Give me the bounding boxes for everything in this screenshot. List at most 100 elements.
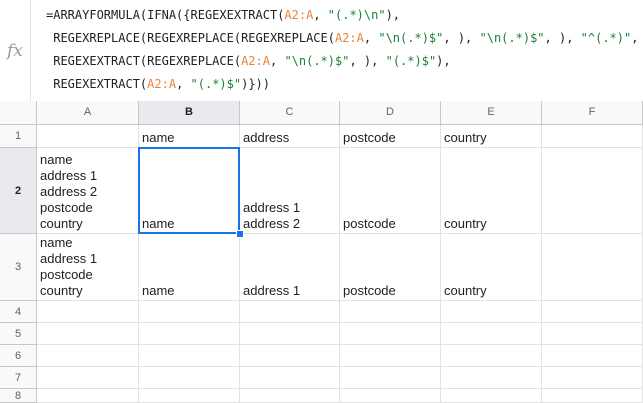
cell-f7[interactable] bbox=[542, 367, 643, 389]
formula-range-token: A2:A bbox=[241, 54, 270, 68]
cell-a6[interactable] bbox=[37, 345, 139, 367]
cell-b5[interactable] bbox=[139, 323, 240, 345]
cell-value: postcode bbox=[343, 283, 396, 298]
formula-token: )})) bbox=[241, 77, 270, 91]
row-header-5[interactable]: 5 bbox=[0, 323, 37, 345]
column-header-c[interactable]: C bbox=[240, 101, 340, 125]
cell-value: name address 1 postcode country bbox=[40, 235, 98, 298]
formula-string-token: "\n(.*)$" bbox=[479, 31, 545, 45]
cell-a1[interactable] bbox=[37, 125, 139, 148]
formula-token: REGEXEXTRACT( bbox=[46, 77, 148, 91]
cell-b6[interactable] bbox=[139, 345, 240, 367]
cell-f2[interactable] bbox=[542, 148, 643, 234]
cell-e1[interactable]: country bbox=[441, 125, 542, 148]
spreadsheet-grid[interactable]: A B C D E F 1 name address postcode country 2 name a… bbox=[0, 101, 643, 403]
cell-a2[interactable]: name address 1 address 2 postcode countr… bbox=[37, 148, 139, 234]
cell-a5[interactable] bbox=[37, 323, 139, 345]
formula-token: , bbox=[313, 8, 328, 22]
row-header-6[interactable]: 6 bbox=[0, 345, 37, 367]
formula-token: REGEXEXTRACT(REGEXREPLACE( bbox=[46, 54, 242, 68]
cell-b8[interactable] bbox=[139, 389, 240, 403]
cell-e7[interactable] bbox=[441, 367, 542, 389]
cell-b4[interactable] bbox=[139, 301, 240, 323]
cell-d4[interactable] bbox=[340, 301, 441, 323]
cell-b2[interactable]: name bbox=[139, 148, 240, 234]
cell-e5[interactable] bbox=[441, 323, 542, 345]
formula-token: , ), bbox=[544, 31, 581, 45]
formula-token: , bbox=[269, 54, 285, 68]
cell-d5[interactable] bbox=[340, 323, 441, 345]
cell-f1[interactable] bbox=[542, 125, 643, 148]
cell-f6[interactable] bbox=[542, 345, 643, 367]
fill-handle[interactable] bbox=[236, 230, 244, 238]
cell-value: country bbox=[444, 216, 487, 231]
formula-token: ), bbox=[436, 54, 451, 68]
row-header-3[interactable]: 3 bbox=[0, 234, 37, 301]
cell-a4[interactable] bbox=[37, 301, 139, 323]
row-header-2[interactable]: 2 bbox=[0, 148, 37, 234]
cell-f8[interactable] bbox=[542, 389, 643, 403]
cell-d7[interactable] bbox=[340, 367, 441, 389]
row-header-8[interactable]: 8 bbox=[0, 389, 37, 403]
column-header-b[interactable]: B bbox=[139, 101, 240, 125]
row-header-1[interactable]: 1 bbox=[0, 125, 37, 148]
formula-token: , ), bbox=[349, 54, 386, 68]
formula-string-token: "^(.*)" bbox=[580, 31, 632, 45]
select-all-corner[interactable] bbox=[0, 101, 37, 125]
column-header-a[interactable]: A bbox=[37, 101, 139, 125]
cell-f3[interactable] bbox=[542, 234, 643, 301]
row-header-4[interactable]: 4 bbox=[0, 301, 37, 323]
cell-value: name bbox=[142, 130, 175, 145]
column-header-f[interactable]: F bbox=[542, 101, 643, 125]
cell-d3[interactable]: postcode bbox=[340, 234, 441, 301]
column-header-d[interactable]: D bbox=[340, 101, 441, 125]
cell-b3[interactable]: name bbox=[139, 234, 240, 301]
formula-string-token: "\n(.*)$" bbox=[284, 54, 350, 68]
cell-c3[interactable]: address 1 bbox=[240, 234, 340, 301]
cell-c5[interactable] bbox=[240, 323, 340, 345]
cell-value: address 1 address 2 bbox=[243, 200, 301, 231]
cell-c8[interactable] bbox=[240, 389, 340, 403]
formula-line: REGEXEXTRACT(A2:A, "(.*)$")})) bbox=[46, 73, 643, 96]
formula-token: , ), bbox=[631, 31, 639, 45]
cell-b1[interactable]: name bbox=[139, 125, 240, 148]
cell-value: country bbox=[444, 283, 487, 298]
cell-a8[interactable] bbox=[37, 389, 139, 403]
cell-e3[interactable]: country bbox=[441, 234, 542, 301]
cell-a7[interactable] bbox=[37, 367, 139, 389]
formula-line: REGEXEXTRACT(REGEXREPLACE(A2:A, "\n(.*)$… bbox=[46, 50, 643, 73]
fx-icon: fx bbox=[0, 0, 31, 101]
cell-value: name bbox=[142, 216, 175, 231]
formula-bar[interactable]: fx =ARRAYFORMULA(IFNA({REGEXEXTRACT(A2:A… bbox=[0, 0, 643, 102]
row-header-7[interactable]: 7 bbox=[0, 367, 37, 389]
cell-e8[interactable] bbox=[441, 389, 542, 403]
cell-c1[interactable]: address bbox=[240, 125, 340, 148]
cell-c2[interactable]: address 1 address 2 bbox=[240, 148, 340, 234]
formula-range-token: A2:A bbox=[284, 8, 314, 22]
cell-f5[interactable] bbox=[542, 323, 643, 345]
cell-d1[interactable]: postcode bbox=[340, 125, 441, 148]
cell-c4[interactable] bbox=[240, 301, 340, 323]
cell-value: postcode bbox=[343, 130, 396, 145]
formula-token: , bbox=[363, 31, 379, 45]
cell-c6[interactable] bbox=[240, 345, 340, 367]
cell-b7[interactable] bbox=[139, 367, 240, 389]
cell-value: address bbox=[243, 130, 290, 145]
cell-d6[interactable] bbox=[340, 345, 441, 367]
cell-d8[interactable] bbox=[340, 389, 441, 403]
cell-e4[interactable] bbox=[441, 301, 542, 323]
cell-c7[interactable] bbox=[240, 367, 340, 389]
column-header-e[interactable]: E bbox=[441, 101, 542, 125]
cell-e2[interactable]: country bbox=[441, 148, 542, 234]
formula-token: =ARRAYFORMULA(IFNA({REGEXEXTRACT( bbox=[46, 8, 285, 22]
cell-e6[interactable] bbox=[441, 345, 542, 367]
formula-text[interactable]: =ARRAYFORMULA(IFNA({REGEXEXTRACT(A2:A, "… bbox=[46, 4, 643, 96]
cell-value: postcode bbox=[343, 216, 396, 231]
cell-a3[interactable]: name address 1 postcode country bbox=[37, 234, 139, 301]
cell-f4[interactable] bbox=[542, 301, 643, 323]
formula-range-token: A2:A bbox=[147, 77, 177, 91]
formula-string-token: "(.*)$" bbox=[190, 77, 242, 91]
formula-string-token: "(.*)$" bbox=[385, 54, 437, 68]
cell-value: name bbox=[142, 283, 175, 298]
cell-d2[interactable]: postcode bbox=[340, 148, 441, 234]
